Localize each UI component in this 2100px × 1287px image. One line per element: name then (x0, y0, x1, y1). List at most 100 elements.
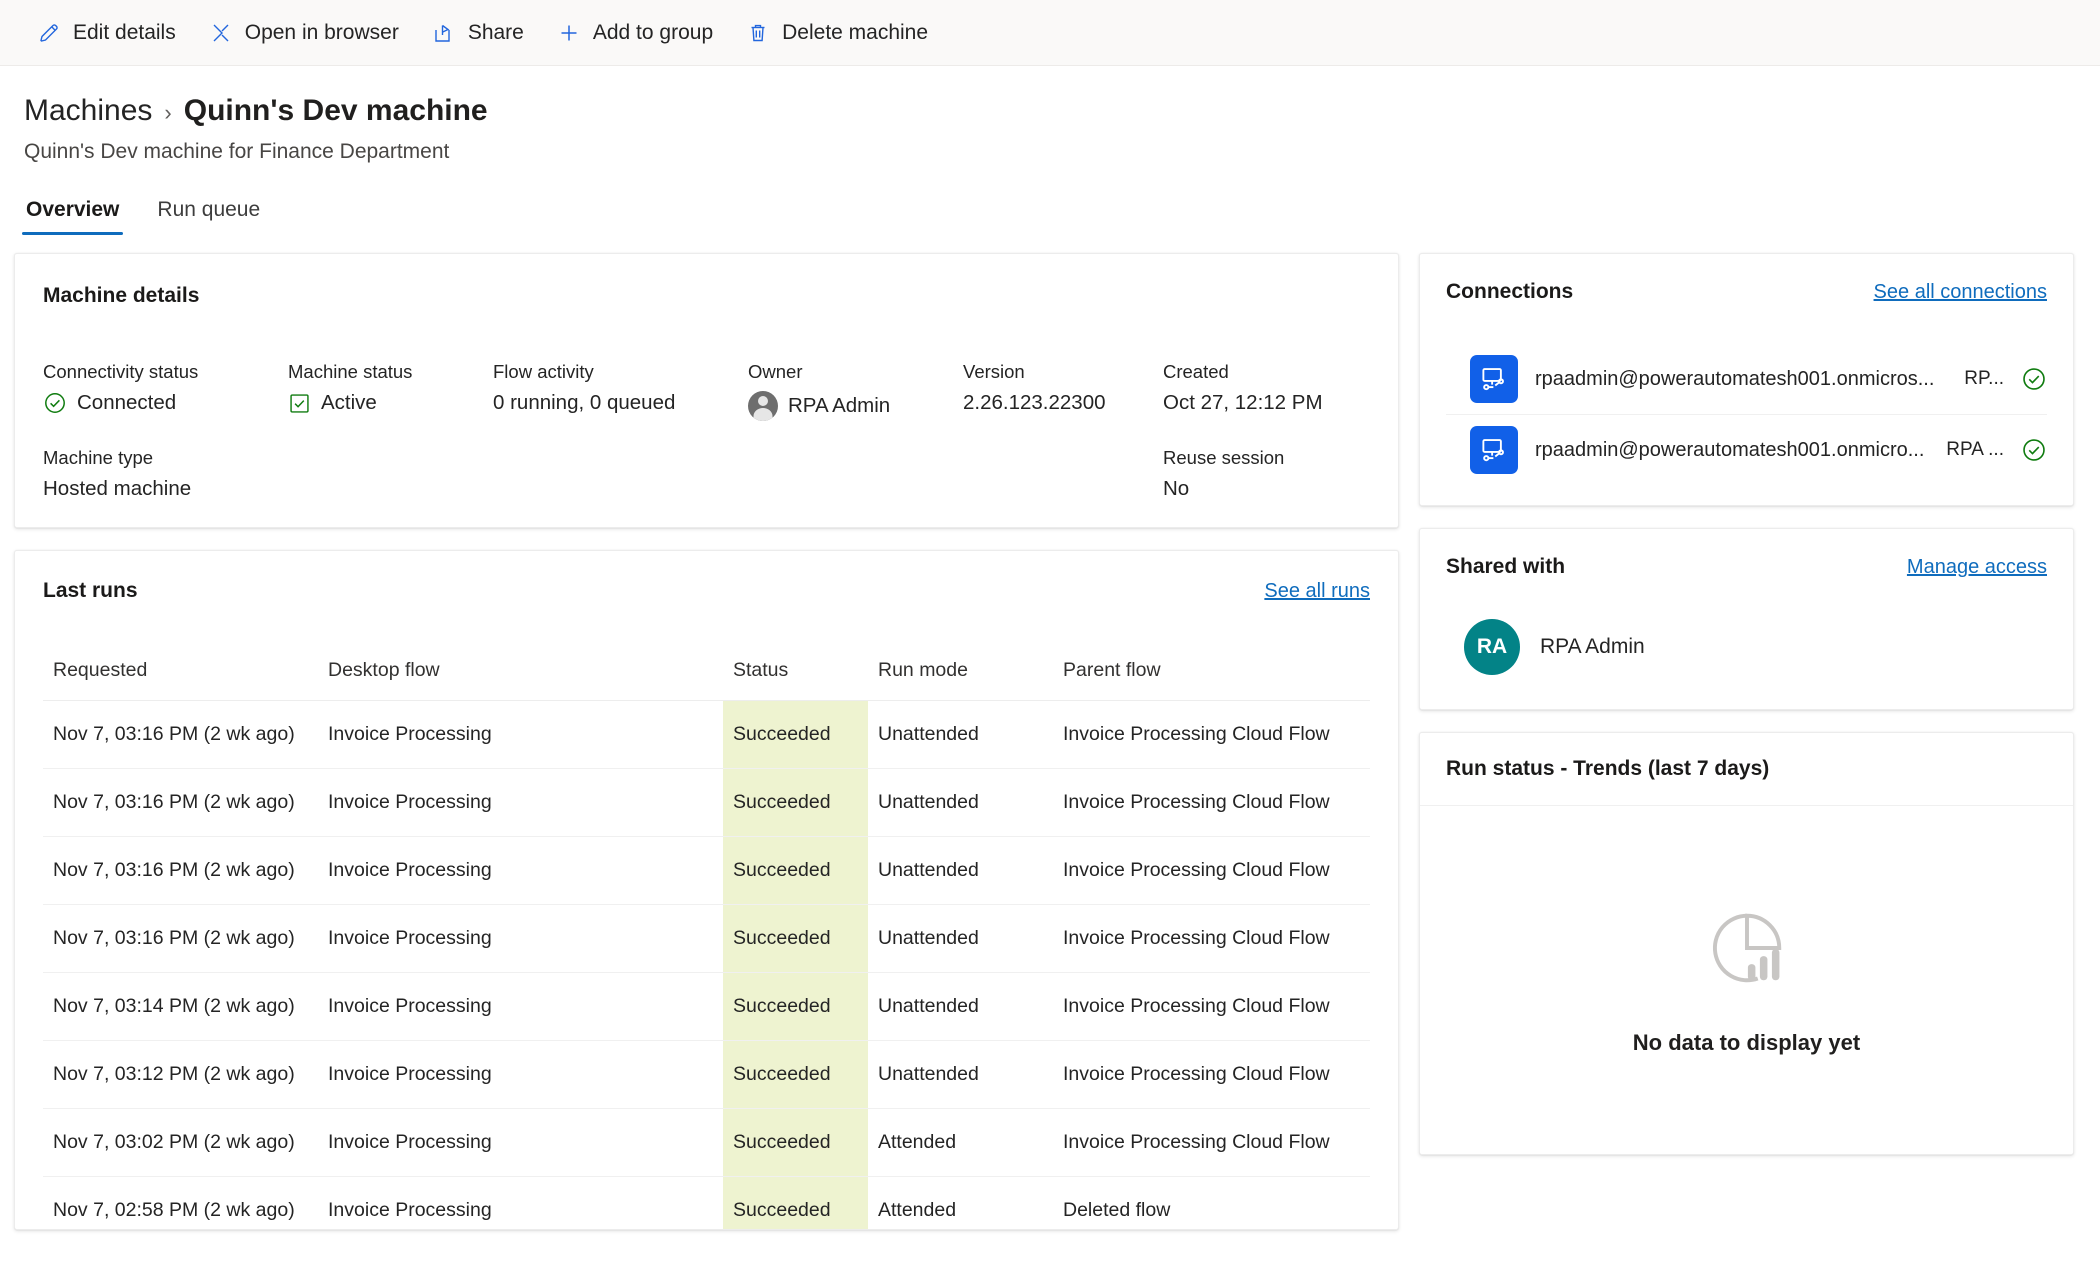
cell-requested: Nov 7, 03:16 PM (2 wk ago) (43, 768, 318, 837)
tab-list: Overview Run queue (0, 164, 2100, 235)
table-row[interactable]: Nov 7, 03:14 PM (2 wk ago) Invoice Proces… (43, 972, 1370, 1041)
cell-status: Succeeded (723, 1040, 868, 1109)
machine-connection-icon (1470, 426, 1518, 474)
breadcrumb-machines-link[interactable]: Machines (24, 94, 152, 128)
cell-parent-flow: Invoice Processing Cloud Flow (1053, 904, 1370, 973)
last-runs-card: Last runs See all runs Requested Desktop… (14, 550, 1399, 1230)
field-value: 0 running, 0 queued (493, 391, 676, 414)
cell-requested: Nov 7, 03:12 PM (2 wk ago) (43, 1040, 318, 1109)
shared-person-row[interactable]: RA RPA Admin (1446, 619, 2047, 675)
column-header-desktop-flow[interactable]: Desktop flow (318, 651, 723, 701)
column-header-status[interactable]: Status (723, 651, 868, 701)
cell-desktop-flow: Invoice Processing (318, 768, 723, 837)
check-square-icon (288, 392, 311, 415)
breadcrumb: Machines › Quinn's Dev machine (24, 94, 2100, 128)
table-row[interactable]: Nov 7, 03:16 PM (2 wk ago) Invoice Proces… (43, 700, 1370, 769)
cell-status: Succeeded (723, 700, 868, 769)
field-connectivity-status: Connectivity status Connected (43, 361, 288, 421)
tab-run-queue[interactable]: Run queue (153, 194, 264, 235)
table-row[interactable]: Nov 7, 03:16 PM (2 wk ago) Invoice Proces… (43, 836, 1370, 905)
share-label: Share (467, 20, 524, 44)
cell-parent-flow: Invoice Processing Cloud Flow (1053, 768, 1370, 837)
field-machine-type: Machine type Hosted machine (43, 447, 288, 501)
field-label: Flow activity (493, 361, 594, 382)
cell-run-mode: Unattended (868, 836, 1053, 905)
table-row[interactable]: Nov 7, 03:16 PM (2 wk ago) Invoice Proces… (43, 904, 1370, 973)
connection-owner: RP... (1964, 368, 2004, 389)
cell-requested: Nov 7, 03:16 PM (2 wk ago) (43, 700, 318, 769)
field-label: Reuse session (1163, 447, 1285, 468)
table-row[interactable]: Nov 7, 02:58 PM (2 wk ago) Invoice Proces… (43, 1176, 1370, 1229)
machine-details-title: Machine details (43, 284, 200, 307)
cell-requested: Nov 7, 03:16 PM (2 wk ago) (43, 836, 318, 905)
share-icon (431, 20, 457, 46)
cell-desktop-flow: Invoice Processing (318, 700, 723, 769)
table-row[interactable]: Nov 7, 03:16 PM (2 wk ago) Invoice Proces… (43, 768, 1370, 837)
cell-run-mode: Unattended (868, 1040, 1053, 1109)
column-header-run-mode[interactable]: Run mode (868, 651, 1053, 701)
machine-details-grid: Connectivity status Connected Machine st… (43, 361, 1370, 501)
field-label: Version (963, 361, 1025, 382)
cell-run-mode: Unattended (868, 768, 1053, 837)
field-spacer-4 (963, 447, 1163, 501)
connection-name: rpaadmin@powerautomatesh001.onmicro... (1535, 438, 1925, 461)
open-in-browser-button[interactable]: Open in browser (194, 12, 413, 54)
field-reuse-session: Reuse session No (1163, 447, 1370, 501)
field-version: Version 2.26.123.22300 (963, 361, 1163, 421)
cell-requested: Nov 7, 02:58 PM (2 wk ago) (43, 1176, 318, 1229)
cell-desktop-flow: Invoice Processing (318, 904, 723, 973)
check-circle-icon (2021, 366, 2047, 392)
connection-owner: RPA ... (1946, 439, 2004, 460)
pie-bar-chart-icon (1704, 905, 1790, 996)
chevron-right-icon: › (164, 100, 172, 125)
check-circle-icon (2021, 437, 2047, 463)
field-flow-activity: Flow activity 0 running, 0 queued (493, 361, 748, 421)
column-header-parent-flow[interactable]: Parent flow (1053, 651, 1370, 701)
cell-status: Succeeded (723, 1108, 868, 1177)
field-spacer-3 (748, 447, 963, 501)
field-label: Machine status (288, 361, 413, 382)
add-to-group-button[interactable]: Add to group (542, 12, 727, 54)
field-value: Active (321, 391, 377, 414)
cell-requested: Nov 7, 03:16 PM (2 wk ago) (43, 904, 318, 973)
field-label: Owner (748, 361, 803, 382)
command-bar: Edit details Open in browser Share Add t… (0, 0, 2100, 66)
cell-run-mode: Unattended (868, 904, 1053, 973)
field-value: RPA Admin (788, 394, 891, 417)
cell-desktop-flow: Invoice Processing (318, 1040, 723, 1109)
cell-status: Succeeded (723, 836, 868, 905)
field-spacer-1 (288, 447, 493, 501)
field-created: Created Oct 27, 12:12 PM (1163, 361, 1370, 421)
delete-machine-button[interactable]: Delete machine (731, 12, 942, 54)
tab-overview[interactable]: Overview (22, 194, 124, 235)
connection-name: rpaadmin@powerautomatesh001.onmicros... (1535, 367, 1935, 390)
add-to-group-label: Add to group (592, 20, 714, 44)
trash-icon (745, 20, 771, 46)
cell-run-mode: Unattended (868, 972, 1053, 1041)
shared-with-title: Shared with (1446, 555, 1566, 578)
content-area: Machine details Connectivity status Conn… (0, 235, 2100, 1230)
connections-list: rpaadmin@powerautomatesh001.onmicros... R… (1446, 344, 2047, 485)
see-all-runs-link[interactable]: See all runs (1264, 580, 1370, 603)
share-button[interactable]: Share (417, 12, 538, 54)
shared-with-header: Shared with Manage access (1446, 555, 2047, 579)
column-header-requested[interactable]: Requested (43, 651, 318, 701)
field-owner: Owner RPA Admin (748, 361, 963, 421)
see-all-connections-link[interactable]: See all connections (1874, 281, 2047, 304)
cell-parent-flow: Deleted flow (1053, 1176, 1370, 1229)
connection-row[interactable]: rpaadmin@powerautomatesh001.onmicros... R… (1446, 344, 2047, 414)
shared-person-name: RPA Admin (1540, 635, 1645, 658)
field-value: 2.26.123.22300 (963, 391, 1106, 414)
cell-parent-flow: Invoice Processing Cloud Flow (1053, 836, 1370, 905)
avatar: RA (1464, 619, 1520, 675)
manage-access-link[interactable]: Manage access (1907, 556, 2047, 579)
edit-details-button[interactable]: Edit details (22, 12, 190, 54)
cell-status: Succeeded (723, 972, 868, 1041)
open-in-browser-label: Open in browser (244, 20, 399, 44)
empty-state-message: No data to display yet (1632, 1029, 1861, 1055)
cell-desktop-flow: Invoice Processing (318, 1108, 723, 1177)
connection-row[interactable]: rpaadmin@powerautomatesh001.onmicro... RP… (1446, 414, 2047, 485)
table-row[interactable]: Nov 7, 03:02 PM (2 wk ago) Invoice Proces… (43, 1108, 1370, 1177)
page-subtitle: Quinn's Dev machine for Finance Departme… (24, 140, 450, 163)
table-row[interactable]: Nov 7, 03:12 PM (2 wk ago) Invoice Proces… (43, 1040, 1370, 1109)
